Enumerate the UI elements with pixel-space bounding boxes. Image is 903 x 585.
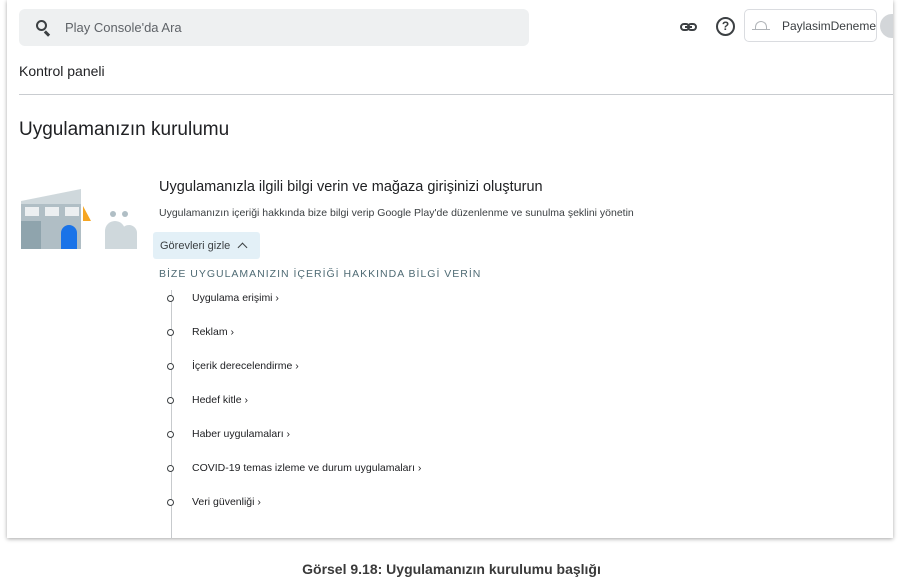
task-item[interactable]: Haber uygulamaları ›: [165, 427, 290, 441]
task-item[interactable]: Hedef kitle ›: [165, 393, 248, 407]
task-group-heading: BİZE UYGULAMANIZIN İÇERİĞİ HAKKINDA BİLG…: [159, 268, 482, 280]
status-circle-icon: [167, 464, 174, 472]
task-label[interactable]: Haber uygulamaları ›: [192, 428, 290, 440]
setup-illustration: [21, 189, 137, 249]
search-bar[interactable]: Play Console'da Ara: [19, 9, 529, 46]
status-circle-icon: [167, 328, 174, 336]
task-item[interactable]: Uygulama erişimi ›: [165, 291, 279, 305]
status-circle-icon: [167, 294, 174, 302]
hide-tasks-label: Görevleri gizle: [160, 239, 231, 252]
task-item[interactable]: Reklam ›: [165, 325, 234, 339]
avatar[interactable]: [880, 14, 893, 38]
app-name: PaylasimDeneme: [781, 18, 876, 33]
status-circle-icon: [167, 498, 174, 506]
card-subtitle: Uygulamanızın içeriği hakkında bize bilg…: [159, 207, 634, 219]
help-icon[interactable]: ?: [716, 17, 735, 36]
task-label[interactable]: Reklam ›: [192, 326, 234, 338]
task-label[interactable]: COVID-19 temas izleme ve durum uygulamal…: [192, 462, 421, 474]
task-label[interactable]: Uygulama erişimi ›: [192, 292, 279, 304]
status-circle-icon: [167, 362, 174, 370]
hide-tasks-button[interactable]: Görevleri gizle: [153, 232, 260, 259]
task-item[interactable]: COVID-19 temas izleme ve durum uygulamal…: [165, 461, 421, 475]
search-icon: [36, 19, 52, 36]
status-circle-icon: [167, 430, 174, 438]
divider: [19, 94, 893, 95]
play-console-window: Play Console'da Ara ? PaylasimDeneme Kon…: [7, 0, 893, 538]
breadcrumb[interactable]: Kontrol paneli: [19, 63, 105, 79]
android-icon: [752, 19, 770, 33]
app-selector[interactable]: PaylasimDeneme: [744, 9, 877, 42]
search-input[interactable]: Play Console'da Ara: [65, 20, 182, 35]
section-title: Uygulamanızın kurulumu: [19, 119, 230, 140]
status-circle-icon: [167, 396, 174, 404]
task-label[interactable]: İçerik derecelendirme ›: [192, 360, 299, 372]
task-item[interactable]: İçerik derecelendirme ›: [165, 359, 299, 373]
task-label[interactable]: Hedef kitle ›: [192, 394, 248, 406]
figure-caption: Görsel 9.18: Uygulamanızın kurulumu başl…: [302, 561, 601, 577]
task-label[interactable]: Veri güvenliği ›: [192, 496, 261, 508]
chevron-up-icon: [237, 242, 248, 253]
task-item[interactable]: Veri güvenliği ›: [165, 495, 261, 509]
link-icon[interactable]: [679, 17, 699, 37]
card-title: Uygulamanızla ilgili bilgi verin ve mağa…: [159, 179, 543, 195]
